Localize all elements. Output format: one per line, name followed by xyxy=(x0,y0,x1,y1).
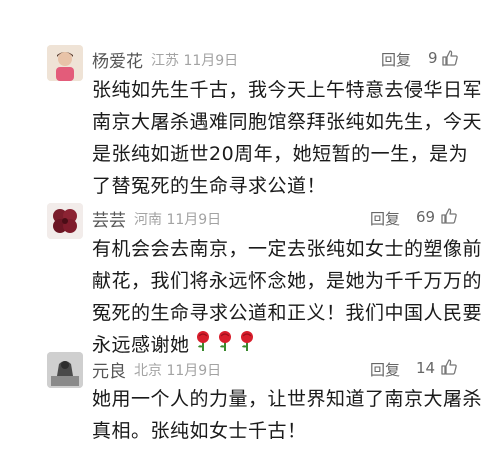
comment-text: 她用一个人的力量，让世界知道了南京大屠杀真相。张纯如女士千古！ xyxy=(92,388,483,442)
comment-item: 元良 北京 11月9日 回复 14 她用一个人的力量，让世界知道了南京大屠杀真相… xyxy=(0,0,500,459)
reply-button[interactable]: 回复 xyxy=(370,359,400,380)
username[interactable]: 元良 xyxy=(92,357,126,382)
thumbs-up-icon[interactable] xyxy=(440,358,458,376)
location: 北京 xyxy=(134,363,162,379)
date: 11月9日 xyxy=(166,363,222,379)
comment-meta: 北京 11月9日 xyxy=(134,360,221,380)
avatar[interactable] xyxy=(47,352,83,388)
like-count: 14 xyxy=(416,359,436,377)
